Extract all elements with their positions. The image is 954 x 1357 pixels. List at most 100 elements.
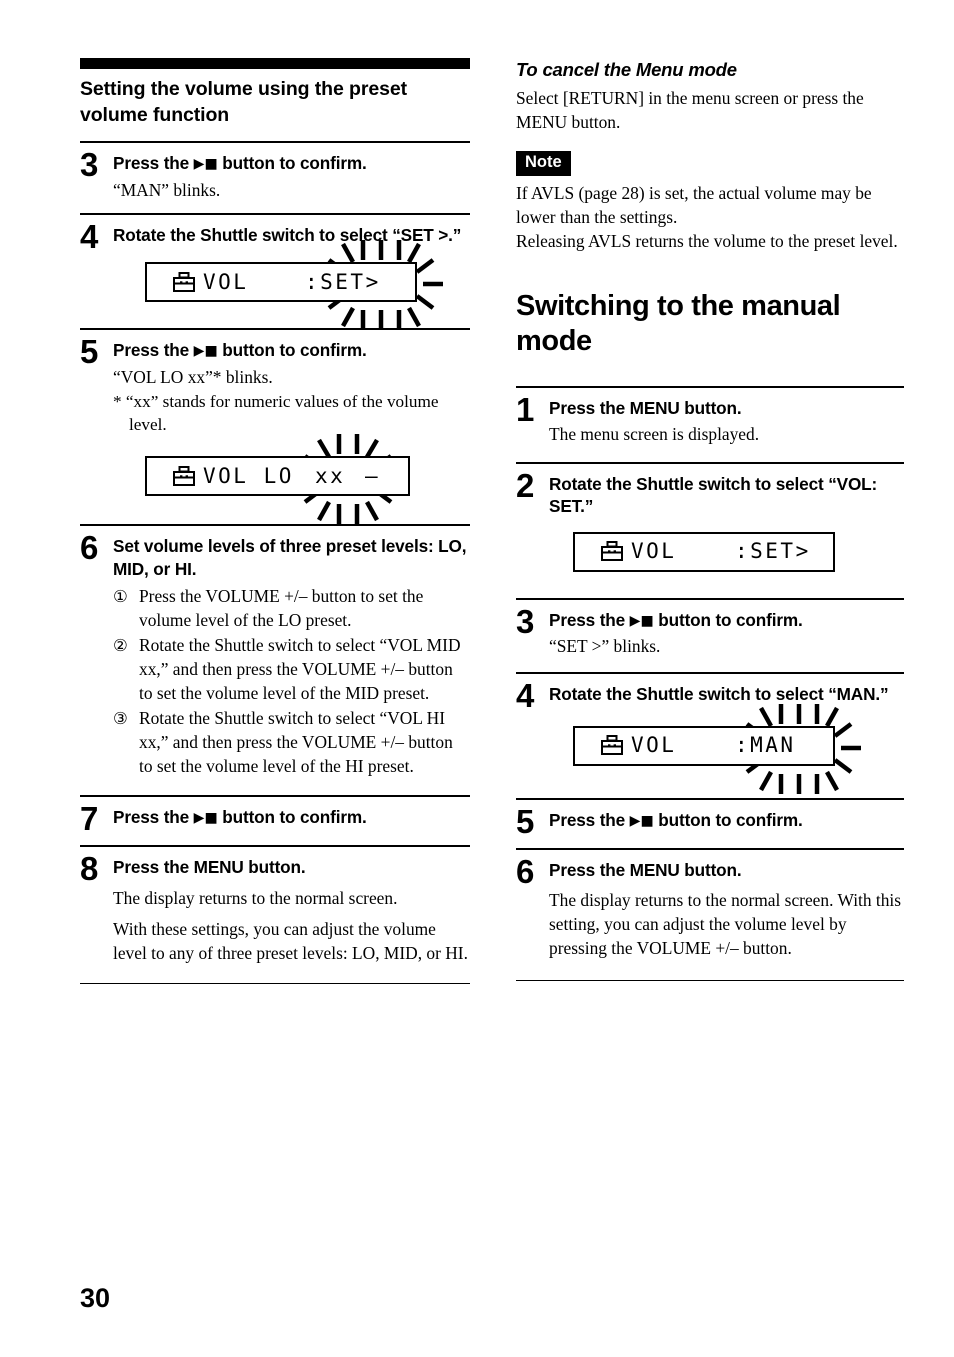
step-heading: Set volume levels of three preset levels…	[113, 536, 467, 579]
note-text-2: Releasing AVLS returns the volume to the…	[516, 230, 898, 251]
circled-number-2: ②	[113, 636, 128, 656]
step-divider	[80, 212, 470, 215]
step-heading-prefix: Press the	[113, 807, 194, 828]
toolbox-icon	[601, 541, 623, 562]
step-heading-prefix: Press the	[549, 809, 630, 830]
step-heading: Rotate the Shuttle switch to select “MAN…	[549, 684, 889, 705]
step-divider	[80, 845, 470, 848]
lcd-value: :SET>	[735, 539, 811, 564]
lcd-label: VOL	[203, 269, 249, 294]
lcd-value: :SET>	[305, 269, 381, 294]
step-number: 6	[516, 852, 535, 890]
step-number: 6	[80, 529, 99, 567]
step-number: 2	[516, 467, 535, 505]
toolbox-icon	[173, 271, 195, 293]
step-3: 3 Press the ▶■ button to confirm. “SET >…	[516, 605, 904, 658]
lcd-trailing: –	[365, 463, 381, 488]
play-stop-icon: ▶■	[193, 156, 218, 173]
step-3: 3 Press the ▶■ button to confirm. “MAN” …	[80, 146, 470, 201]
step-divider	[80, 524, 470, 527]
step-number: 5	[516, 802, 535, 840]
right-column: To cancel the Menu mode Select [RETURN] …	[516, 58, 904, 981]
page-number: 30	[80, 1283, 111, 1313]
step-number: 1	[516, 390, 535, 428]
step-heading-prefix: Press the	[113, 153, 194, 174]
substep-text: Rotate the Shuttle switch to select “VOL…	[139, 708, 453, 777]
lcd-screen: VOL :SET>	[573, 531, 835, 572]
step-heading: Press the MENU button.	[549, 397, 742, 418]
play-stop-icon: ▶■	[193, 810, 218, 827]
step-4: 4 Rotate the Shuttle switch to select “M…	[516, 677, 904, 794]
step-heading: Press the ▶■ button to confirm.	[113, 339, 470, 361]
step-4: 4 Rotate the Shuttle switch to select “S…	[80, 217, 470, 331]
step-divider	[80, 141, 470, 144]
step-6: 6 Press the MENU button. The display ret…	[516, 852, 904, 960]
step-heading-suffix: button to confirm.	[217, 807, 367, 828]
step-detail-2: With these settings, you can adjust the …	[113, 918, 468, 963]
step-1: 1 Press the MENU button. The menu screen…	[516, 390, 904, 446]
lcd-value: :MAN	[735, 733, 796, 757]
step-number: 4	[80, 217, 99, 255]
step-5: 5 Press the ▶■ button to confirm. “VOL L…	[80, 333, 470, 525]
step-detail: The menu screen is displayed.	[549, 424, 760, 445]
step-detail: “MAN” blinks.	[113, 179, 221, 200]
chapter-title: Switching to the manual mode	[516, 289, 841, 358]
lcd-screen: VOL :SET>	[145, 262, 417, 303]
section-title: Setting the volume using the preset volu…	[80, 78, 407, 126]
lcd-screen: VOL LO xx –	[145, 456, 410, 497]
step-detail: “VOL LO xx”* blinks.	[113, 366, 273, 387]
step-7: 7 Press the ▶■ button to confirm.	[80, 800, 470, 838]
step-6: 6 Set volume levels of three preset leve…	[80, 529, 470, 779]
step-number: 7	[80, 800, 99, 838]
lcd-label: VOL	[631, 539, 677, 564]
note-badge: Note	[516, 151, 571, 176]
step-heading: Press the ▶■ button to confirm.	[549, 609, 904, 631]
cancel-menu-text: Select [RETURN] in the menu screen or pr…	[516, 88, 864, 133]
step-divider	[516, 462, 904, 465]
substep-text: Rotate the Shuttle switch to select “VOL…	[139, 635, 461, 704]
circled-number-3: ③	[113, 709, 128, 729]
step-divider	[516, 385, 904, 388]
step-heading: Press the ▶■ button to confirm.	[113, 152, 470, 174]
step-number: 3	[80, 146, 99, 184]
step-heading-suffix: button to confirm.	[653, 809, 803, 830]
step-heading: Rotate the Shuttle switch to select “VOL…	[549, 474, 878, 517]
step-heading-prefix: Press the	[113, 340, 194, 361]
step-2: 2 Rotate the Shuttle switch to select “V…	[516, 467, 904, 578]
manual-page: Setting the volume using the preset volu…	[0, 0, 954, 1357]
section-end-rule	[516, 979, 904, 981]
cancel-menu-heading: To cancel the Menu mode	[516, 59, 737, 80]
play-stop-icon: ▶■	[629, 812, 654, 829]
toolbox-icon	[173, 465, 195, 487]
substep-item: ② Rotate the Shuttle switch to select “V…	[113, 633, 470, 705]
step-divider	[516, 597, 904, 600]
step-heading: Press the ▶■ button to confirm.	[549, 809, 904, 831]
step-detail: “SET >” blinks.	[549, 636, 661, 657]
lcd-label: VOL LO	[203, 463, 294, 488]
left-column: Setting the volume using the preset volu…	[80, 58, 470, 984]
step-detail: The display returns to the normal screen…	[113, 887, 398, 908]
step-8: 8 Press the MENU button. The display ret…	[80, 852, 470, 964]
step-detail: The display returns to the normal screen…	[549, 889, 902, 958]
toolbox-icon	[601, 735, 623, 756]
step-heading: Press the MENU button.	[113, 857, 306, 878]
lcd-label: VOL	[631, 733, 677, 757]
step-number: 4	[516, 677, 535, 715]
step-divider	[516, 847, 904, 850]
lcd-screen: VOL :MAN	[573, 725, 835, 766]
step-divider	[80, 328, 470, 331]
note-text-1: If AVLS (page 28) is set, the actual vol…	[516, 182, 872, 227]
section-header-bar	[80, 58, 470, 69]
step-heading: Press the MENU button.	[549, 859, 742, 880]
step-divider	[516, 672, 904, 675]
lcd-value: xx	[315, 463, 346, 488]
step-footnote: * “xx” stands for numeric values of the …	[113, 391, 439, 434]
step-heading: Press the ▶■ button to confirm.	[113, 806, 470, 828]
step-heading-suffix: button to confirm.	[217, 340, 367, 361]
play-stop-icon: ▶■	[629, 612, 654, 629]
step-heading-prefix: Press the	[549, 609, 630, 630]
step-number: 5	[80, 333, 99, 371]
step-heading: Rotate the Shuttle switch to select “SET…	[113, 224, 462, 245]
lcd-figure-set: VOL :SET>	[145, 240, 443, 331]
step-heading-suffix: button to confirm.	[217, 153, 367, 174]
